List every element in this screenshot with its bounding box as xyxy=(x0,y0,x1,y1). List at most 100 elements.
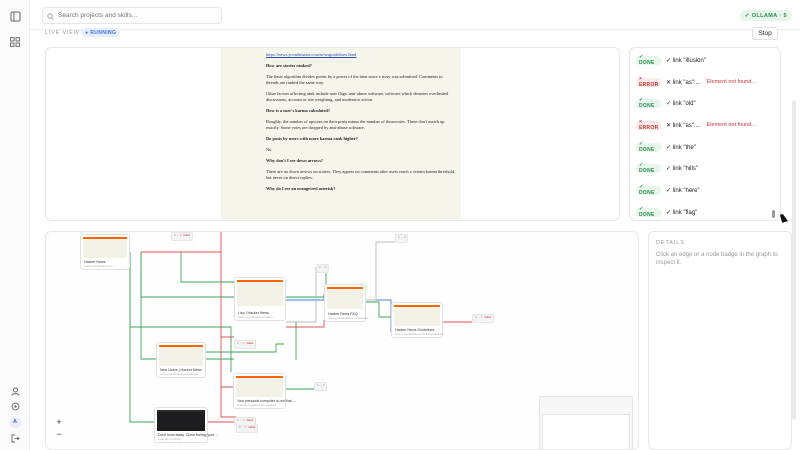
edge-badge-failed: failed xyxy=(484,315,492,319)
faq-answer: Roughly, the number of upvotes on their … xyxy=(266,119,445,130)
step-action-text: ✓ link "illusion" xyxy=(666,57,706,64)
edge-badge-count: 0 → 0 xyxy=(398,235,406,239)
graph-edge xyxy=(366,299,392,332)
step-row[interactable]: ✓ DONE ✓ link "illusion" xyxy=(636,54,706,66)
graph-node[interactable]: Hacker News news.ycombinator.com xyxy=(80,234,130,270)
graph-minimap[interactable] xyxy=(539,396,633,449)
minimap-viewport[interactable] xyxy=(542,414,630,449)
graph-edge-badge[interactable]: 0 → 0 xyxy=(395,234,409,243)
graph-edge-badge[interactable]: 0 → 0 xyxy=(314,382,328,391)
user-icon[interactable] xyxy=(8,384,22,398)
details-title: DETAILS xyxy=(656,240,685,246)
faq-answer: No. xyxy=(266,147,273,153)
faq-question: Do posts by users with more karma rank h… xyxy=(266,135,358,141)
edge-badge-count: 0 → 0 xyxy=(174,233,182,237)
live-view-label: LIVE VIEW xyxy=(45,30,80,36)
page-thumbnail xyxy=(236,376,283,398)
avatar[interactable]: A xyxy=(8,415,22,429)
mouse-cursor-icon xyxy=(780,213,788,223)
edge-badge-count: 0 → 0 xyxy=(475,315,483,319)
graph-edge xyxy=(286,272,327,298)
graph-edge xyxy=(141,251,236,283)
faq-question: Why do I see an orange/red asterisk? xyxy=(266,186,336,192)
graph-node[interactable]: Hacker News FAQ news.ycombinator.com/news… xyxy=(324,284,368,322)
graph-edge xyxy=(286,320,325,328)
details-panel: DETAILS Click an edge or a node badge in… xyxy=(648,231,792,450)
page-scrollbar[interactable] xyxy=(792,100,796,420)
graph-edge xyxy=(141,251,234,338)
step-row[interactable]: ✓ DONE ✓ link "hills" xyxy=(636,162,698,174)
faq-answer: There are no down arrows on stories. The… xyxy=(266,169,456,181)
graph-edge xyxy=(140,252,156,360)
page-paragraphs: How are stories ranked? The basic algorit… xyxy=(221,63,461,192)
stop-button[interactable]: Stop xyxy=(752,27,778,40)
page-thumbnail xyxy=(83,237,127,259)
graph-edge xyxy=(286,321,324,360)
graph-edge xyxy=(140,252,236,298)
step-action-text: ✓ link "old" xyxy=(666,100,696,107)
step-row[interactable]: ✓ DONE ✓ link "the" xyxy=(636,141,696,153)
running-status-badge: ● RUNNING xyxy=(81,28,121,37)
graph-edge-badge[interactable]: 0 → 0 failed xyxy=(171,232,194,241)
logout-icon[interactable] xyxy=(8,431,22,445)
graph-edge-badge[interactable]: 0 → 0 failed xyxy=(472,314,495,323)
faq-answer: Other factors affecting rank include use… xyxy=(266,91,449,102)
graph-edge xyxy=(286,267,317,323)
graph-node-url: news.ycombinator.com/item xyxy=(238,314,273,319)
graph-edge-badge[interactable]: 0 → 0 failed xyxy=(234,340,257,349)
search-box[interactable] xyxy=(42,7,222,24)
page-content[interactable]: https://news.ycombinator.com/newsguideli… xyxy=(221,48,461,220)
edge-badge-count: 0 → 0 xyxy=(237,418,245,422)
navigation-graph[interactable]: Hacker News news.ycombinator.com Lisp | Ha… xyxy=(45,231,639,450)
search-input[interactable] xyxy=(58,12,208,19)
graph-edge-badge[interactable]: 0 → 0 failed xyxy=(234,417,257,426)
graph-node[interactable]: Don't blow away. Close feeling your ... e… xyxy=(154,407,219,443)
page-thumbnail xyxy=(157,410,205,432)
step-row[interactable]: × ERROR ✕ link "as":... Element not found.… xyxy=(636,119,756,131)
graph-node[interactable]: Lisp | Hacker News news.ycombinator.com/i… xyxy=(234,277,286,321)
page-thumbnail xyxy=(237,280,283,307)
step-action-text: ✕ link "as":... xyxy=(666,122,701,129)
graph-node[interactable]: Hacker News Guidelines news.ycombinator.c… xyxy=(391,302,443,338)
sidebar: A xyxy=(0,0,30,450)
step-row[interactable]: ✓ DONE ✓ link "old" xyxy=(636,97,696,109)
menu-icon[interactable] xyxy=(8,9,22,23)
graph-node-url: news.ycombinator.com/newsguidelines xyxy=(395,331,444,336)
graph-edge-badge[interactable]: 0 → 0 xyxy=(316,264,330,273)
page-thumbnail xyxy=(327,287,363,310)
settings-icon[interactable] xyxy=(8,399,22,413)
step-status-badge: ✓ DONE xyxy=(636,206,661,218)
page-link[interactable]: https://news.ycombinator.com/newsguideli… xyxy=(221,52,461,58)
step-status-badge: ✓ DONE xyxy=(636,54,661,66)
step-row[interactable]: ✓ DONE ✓ link "flag" xyxy=(636,206,697,218)
browser-live-view: https://news.ycombinator.com/newsguideli… xyxy=(45,47,620,221)
step-status-badge: × ERROR xyxy=(636,76,661,88)
step-row[interactable]: ✓ DONE ✓ link "here" xyxy=(636,184,700,196)
faq-question: Why don't I see down arrows? xyxy=(266,158,324,164)
grid-icon[interactable] xyxy=(8,35,22,49)
step-status-badge: ✓ DONE xyxy=(636,141,661,153)
step-action-text: ✕ link "as":... xyxy=(666,79,701,86)
edge-badge-failed: failed xyxy=(246,341,254,345)
step-action-text: ✓ link "hills" xyxy=(666,165,698,172)
graph-node-url: news.ycombinator.com xyxy=(84,263,113,268)
graph-node[interactable]: New Users | Hacker News news.ycombinator.… xyxy=(156,342,206,378)
steps-scrollbar[interactable] xyxy=(772,210,775,218)
page-thumbnail xyxy=(394,305,440,327)
step-action-text: ✓ link "flag" xyxy=(666,209,698,216)
graph-node[interactable]: Your personal computer is not that ... ex… xyxy=(233,373,296,409)
step-action-text: ✓ link "here" xyxy=(666,187,700,194)
step-status-badge: ✓ DONE xyxy=(636,97,661,109)
zoom-out-button[interactable]: − xyxy=(54,429,64,439)
steps-log: ✓ DONE ✓ link "illusion" × ERROR ✕ link "as… xyxy=(629,47,781,221)
step-error-text: Element not found... xyxy=(706,79,756,85)
edge-badge-count: 0 → 0 xyxy=(319,265,327,269)
zoom-in-button[interactable]: + xyxy=(54,417,64,427)
edge-badge-failed: failed xyxy=(183,233,191,237)
details-hint: Click an edge or a node badge in the gra… xyxy=(656,252,778,266)
page-thumbnail xyxy=(159,345,203,367)
ollama-status-badge: ✓ OLLAMA · 5 xyxy=(739,10,792,21)
edge-badge-count: 0 → 0 xyxy=(237,341,245,345)
step-row[interactable]: × ERROR ✕ link "as":... Element not found.… xyxy=(636,76,756,88)
step-status-badge: × ERROR xyxy=(636,119,661,131)
